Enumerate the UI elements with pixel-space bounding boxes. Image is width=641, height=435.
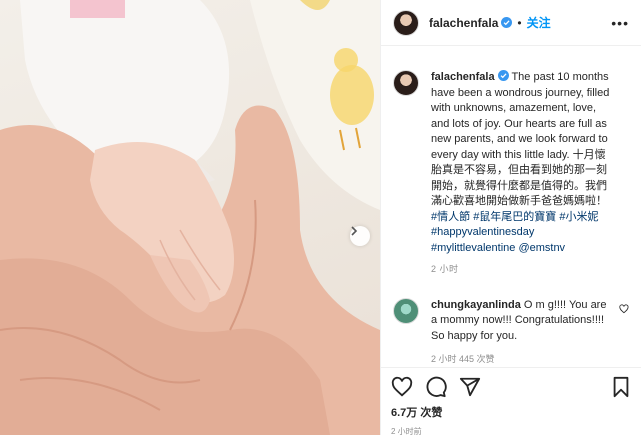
hashtag-link[interactable]: #鼠年尾巴的寶寶	[473, 211, 556, 223]
hashtag-link[interactable]: #情人節	[431, 211, 470, 223]
mention-link[interactable]: @emstnv	[518, 242, 565, 254]
caption-time: 2 小时	[431, 264, 459, 274]
bookmark-icon[interactable]	[610, 376, 632, 398]
verified-badge-icon	[501, 17, 513, 28]
next-photo-button[interactable]	[350, 226, 370, 246]
chevron-right-icon	[351, 226, 358, 236]
comment: chungkayanlinda O m g!!!! You are a momm…	[393, 297, 629, 368]
like-count[interactable]: 6.7万 次赞	[391, 404, 632, 420]
follow-button[interactable]: 关注	[527, 14, 551, 31]
caption-text: The past 10 months have been a wondrous …	[431, 71, 610, 207]
heart-icon[interactable]	[391, 376, 413, 398]
comment-like-icon[interactable]	[619, 303, 629, 314]
comment-meta: 2 小时 445 次赞	[431, 354, 495, 364]
post-time: 2 小时前	[391, 427, 422, 435]
hashtag-link[interactable]: #小米妮	[559, 211, 598, 223]
post-side-panel: falachenfala • 关注 ••• falachenfala The p…	[380, 0, 641, 435]
post-actions: 6.7万 次赞 2 小时前	[381, 367, 641, 435]
avatar[interactable]	[393, 9, 419, 36]
comments-list[interactable]: falachenfala The past 10 months have bee…	[381, 46, 641, 376]
caption: falachenfala The past 10 months have bee…	[393, 70, 629, 278]
more-options-button[interactable]: •••	[611, 16, 629, 30]
post-username[interactable]: falachenfala	[429, 16, 498, 30]
comment-username[interactable]: chungkayanlinda	[431, 299, 521, 311]
verified-badge-icon	[497, 70, 509, 81]
share-icon[interactable]	[459, 376, 481, 398]
caption-username[interactable]: falachenfala	[431, 71, 495, 83]
avatar[interactable]	[393, 297, 419, 324]
avatar[interactable]	[393, 70, 419, 96]
post-photo[interactable]	[0, 0, 380, 435]
caption-body: falachenfala The past 10 months have bee…	[431, 70, 613, 278]
separator-dot: •	[517, 15, 522, 30]
post-header: falachenfala • 关注 •••	[381, 0, 641, 46]
baby-hands-image	[0, 0, 380, 435]
hashtag-link[interactable]: #mylittlevalentine	[431, 242, 515, 254]
comment-icon[interactable]	[425, 376, 447, 398]
hashtag-link[interactable]: #happyvalentinesday	[431, 226, 534, 238]
comment-body: chungkayanlinda O m g!!!! You are a momm…	[431, 298, 611, 368]
